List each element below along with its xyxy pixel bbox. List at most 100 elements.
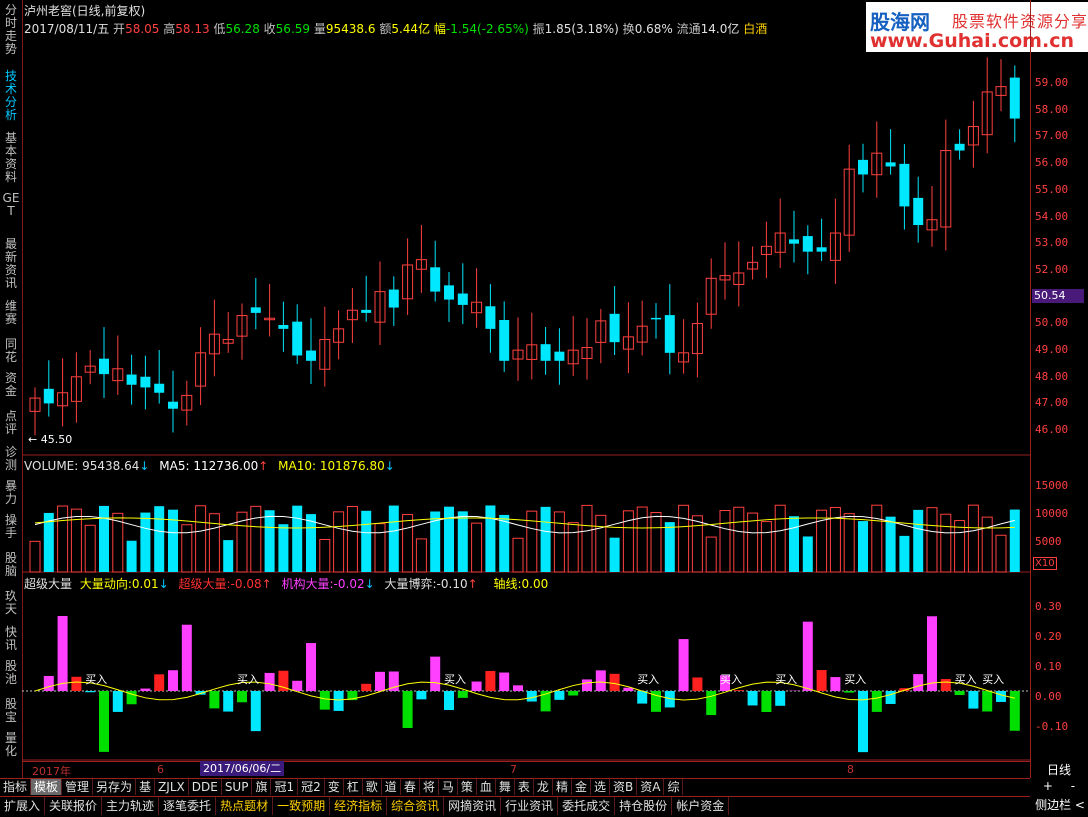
indicator-name[interactable]: 超级大量 <box>24 577 72 591</box>
indicator-tab[interactable]: 歌 <box>363 779 382 795</box>
indicator-tab[interactable]: 血 <box>477 779 496 795</box>
sidebar-item-14[interactable]: 快讯 <box>2 626 20 652</box>
volume-bar <box>678 504 690 573</box>
indicator-tab[interactable]: 变 <box>325 779 344 795</box>
sidebar-item-11[interactable]: 操手 <box>2 514 20 540</box>
zoom-out-button[interactable]: - <box>1071 779 1075 793</box>
info-tab[interactable]: 网摘资讯 <box>444 797 502 815</box>
indicator-tab[interactable]: 另存为 <box>93 779 137 795</box>
quote-sector[interactable]: 白酒 <box>743 22 767 36</box>
info-tab[interactable]: 行业资讯 <box>501 797 559 815</box>
indicator-tab[interactable]: 指标 <box>0 779 32 795</box>
sidebar-item-17[interactable]: 量化 <box>2 732 20 758</box>
indicator-tab[interactable]: 精 <box>553 779 572 795</box>
candle-body <box>499 320 510 361</box>
kline-chart-svg[interactable]: ← 45.50买入 买入 买入 买入 买入 买入 买入 买入 买入 <box>22 0 1030 778</box>
period-label[interactable]: 日线 <box>1033 761 1085 778</box>
sidebar-item-7[interactable]: 资金 <box>2 372 20 398</box>
indicator-tab[interactable]: 策 <box>458 779 477 795</box>
indicator-tab[interactable]: 龙 <box>534 779 553 795</box>
sidebar-item-8[interactable]: 点评 <box>2 410 20 436</box>
sidebar-item-6[interactable]: 同花 <box>2 338 20 364</box>
indicator-tab[interactable]: 舞 <box>496 779 515 795</box>
indicator-bar <box>609 673 620 691</box>
indicator-tab[interactable]: 表 <box>515 779 534 795</box>
kline-chart-area[interactable]: ← 45.50 买入 买入 买入 买入 买入 买入 买入 买入 买入 <box>22 0 1030 778</box>
indicator-tab[interactable]: 选 <box>591 779 610 795</box>
candle-body <box>802 236 813 252</box>
indicator-tab[interactable]: DDE <box>189 779 222 795</box>
volume-bar <box>415 538 427 573</box>
info-tab[interactable]: 主力轨迹 <box>102 797 160 815</box>
date-axis-label: 2017年 <box>32 765 71 778</box>
sidebar-item-10[interactable]: 暴力 <box>2 480 20 506</box>
sidebar-item-5[interactable]: 维赛 <box>2 300 20 326</box>
indicator-bar <box>471 681 482 691</box>
sidebar-item-2[interactable]: 基本资料 <box>2 132 20 184</box>
indicator-axis-label: 0.30 <box>1035 600 1062 613</box>
candle-body <box>609 313 620 343</box>
volume-bar <box>705 536 717 573</box>
indicator-bar <box>830 677 841 691</box>
indicator-tab[interactable]: 综 <box>664 779 684 795</box>
info-tab[interactable]: 经济指标 <box>330 797 388 815</box>
price-axis-label: 48.00 <box>1035 369 1069 383</box>
volume-bar <box>140 512 151 572</box>
volume-bar <box>940 513 952 573</box>
info-tab[interactable]: 关联报价 <box>45 797 103 815</box>
sidebar-item-1[interactable]: 技术分析 <box>2 70 20 122</box>
info-tab[interactable]: 委托成交 <box>558 797 616 815</box>
indicator-tab[interactable]: 资B <box>610 779 638 795</box>
indicator-tab[interactable]: 旗 <box>252 779 272 795</box>
info-tab[interactable]: 持仓股份 <box>615 797 673 815</box>
indicator-tab[interactable]: 道 <box>382 779 401 795</box>
info-tab[interactable]: 热点题材 <box>216 797 274 815</box>
candle-body <box>292 321 303 356</box>
indicator-bar <box>678 639 689 691</box>
indicator-bar <box>802 621 813 691</box>
volume-bar <box>913 509 924 572</box>
sidebar-item-15[interactable]: 股池 <box>2 660 20 686</box>
info-tab[interactable]: 逐笔委托 <box>159 797 217 815</box>
indicator-tab[interactable]: 金 <box>572 779 591 795</box>
indicator-tab[interactable]: ZJLX <box>155 779 189 795</box>
candle-body <box>485 306 496 329</box>
sidebar-toggle-button[interactable]: 侧边栏 < <box>1033 796 1087 814</box>
indicator-tab[interactable]: 管理 <box>62 779 94 795</box>
indicator-tab[interactable]: 将 <box>420 779 439 795</box>
indicator-bar <box>775 691 786 706</box>
indicator-dir: 0.01 <box>131 577 159 591</box>
indicator-tab[interactable]: 春 <box>401 779 420 795</box>
zoom-in-button[interactable]: + <box>1043 779 1053 793</box>
indicator-tab[interactable]: 冠2 <box>298 779 325 795</box>
candle-body <box>444 285 454 300</box>
indicator-bar <box>223 691 234 712</box>
indicator-tab[interactable]: 基 <box>136 779 156 795</box>
info-tab[interactable]: 扩展入 <box>0 797 46 815</box>
zoom-buttons: + - <box>1033 779 1085 793</box>
indicator-tab[interactable]: 杠 <box>344 779 363 795</box>
indicator-tab[interactable]: 资A <box>637 779 665 795</box>
indicator-tab[interactable]: 冠1 <box>271 779 299 795</box>
sidebar-item-12[interactable]: 股脑 <box>2 552 20 578</box>
info-tab[interactable]: 综合资讯 <box>387 797 445 815</box>
sidebar-item-4[interactable]: 最新资讯 <box>2 238 20 290</box>
info-tab[interactable]: 帐户资金 <box>672 797 730 815</box>
indicator-bar <box>982 691 993 712</box>
sidebar-item-3[interactable]: GET <box>2 192 20 218</box>
info-tab[interactable]: 一致预期 <box>273 797 331 815</box>
indicator-tab[interactable]: 模板 <box>31 779 63 795</box>
indicator-bar <box>112 691 123 712</box>
indicator-tab[interactable]: SUP <box>222 779 253 795</box>
indicator-tab[interactable]: 马 <box>439 779 458 795</box>
candle-body <box>306 350 316 361</box>
indicator-bar <box>154 674 165 691</box>
volume-bar <box>691 515 703 573</box>
volume-unit-badge: X10 <box>1033 557 1057 570</box>
candle-body <box>858 159 868 175</box>
sidebar-item-9[interactable]: 诊测 <box>2 446 20 472</box>
sidebar-item-13[interactable]: 玖天 <box>2 590 20 616</box>
indicator-bar <box>375 671 385 691</box>
sidebar-item-16[interactable]: 股宝 <box>2 698 20 724</box>
sidebar-item-0[interactable]: 分时走势 <box>2 4 20 56</box>
